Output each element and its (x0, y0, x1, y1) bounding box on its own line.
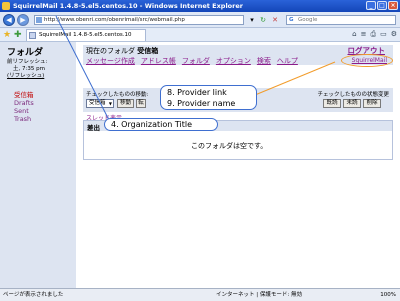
folder-trash[interactable]: Trash (14, 115, 76, 123)
main-panel: 現在のフォルダ 受信箱 ログアウト メッセージ作成 アドレス帳 フォルダ オプシ… (83, 45, 395, 285)
menu-search[interactable]: 検索 (257, 56, 271, 66)
empty-folder-message: このフォルダは空です。 (191, 142, 268, 150)
menu-options[interactable]: オプション (216, 56, 251, 66)
move-folder-select[interactable]: 受信箱 (86, 99, 114, 108)
ie-icon (2, 2, 10, 10)
url-input[interactable]: http://www.obenri.com/obenrimail/src/web… (34, 15, 244, 25)
menu-compose[interactable]: メッセージ作成 (86, 56, 135, 66)
mark-unread-button[interactable]: 未読 (343, 99, 361, 108)
menu-help[interactable]: ヘルプ (277, 56, 298, 66)
zoom-level[interactable]: 100% (380, 289, 396, 301)
webmail-content: フォルダ 前リフレッシュ: 土, 7:35 pm (リフレッシュ) 受信箱 Dr… (0, 42, 400, 288)
tab-bar: ★ ✚ SquirrelMail 1.4.8-5.el5.centos.10 ⌂… (0, 28, 400, 42)
menu-folders[interactable]: フォルダ (182, 56, 210, 66)
tab-favicon-icon (29, 32, 36, 39)
current-folder-name: 受信箱 (137, 47, 159, 55)
folder-list: 受信箱 Drafts Sent Trash (7, 91, 76, 123)
feeds-icon[interactable]: ≡ (361, 30, 367, 39)
move-button[interactable]: 移動 (117, 99, 134, 108)
folder-drafts[interactable]: Drafts (14, 99, 76, 107)
last-refresh-time: 土, 7:35 pm (13, 66, 45, 72)
add-favorite-icon[interactable]: ✚ (14, 29, 22, 41)
close-button[interactable]: × (388, 1, 398, 10)
print-icon[interactable]: ⎙ (370, 30, 376, 39)
address-bar: ◀ ▶ http://www.obenri.com/obenrimail/src… (0, 12, 400, 28)
window-title: SquirrelMail 1.4.8-5.el5.centos.10 - Win… (13, 2, 243, 10)
search-input[interactable]: G Google (286, 15, 396, 25)
window-title-bar: SquirrelMail 1.4.8-5.el5.centos.10 - Win… (0, 0, 400, 12)
forward-icon[interactable]: ▶ (17, 14, 29, 26)
callout-provider-link: 8. Provider link (167, 88, 227, 97)
folder-sent[interactable]: Sent (14, 107, 76, 115)
favorites-star-icon[interactable]: ★ (3, 29, 11, 41)
callout-provider-name: 9. Provider name (167, 99, 236, 108)
provider-link[interactable]: SquirrelMail (352, 57, 387, 64)
status-text: ページが表示されました (3, 292, 64, 298)
callout-provider: 8. Provider link 9. Provider name (160, 85, 257, 110)
dropdown-icon[interactable]: ▾ (247, 15, 257, 25)
google-icon: G (289, 17, 294, 23)
status-bar: ページが表示されました インターネット | 保護モード: 無効 100% (0, 288, 400, 301)
command-bar: ⌂ ≡ ⎙ ▭ ⚙ (352, 30, 397, 39)
url-text: http://www.obenri.com/obenrimail/src/web… (44, 17, 185, 23)
menu-addresses[interactable]: アドレス帳 (141, 56, 176, 66)
main-menu: メッセージ作成 アドレス帳 フォルダ オプション 検索 ヘルプ (86, 56, 298, 66)
folder-inbox[interactable]: 受信箱 (14, 91, 76, 99)
top-bar: 現在のフォルダ 受信箱 ログアウト メッセージ作成 アドレス帳 フォルダ オプシ… (83, 45, 393, 67)
page-menu-icon[interactable]: ▭ (380, 30, 387, 39)
state-change-label: チェックしたものの状態変更 (317, 92, 389, 98)
from-column-header[interactable]: 差出 (87, 122, 100, 132)
folder-heading: フォルダ (7, 48, 44, 58)
tab-title: SquirrelMail 1.4.8-5.el5.centos.10 (39, 32, 132, 38)
current-folder-label: 現在のフォルダ (86, 47, 135, 55)
back-icon[interactable]: ◀ (3, 14, 15, 26)
page-icon (36, 17, 42, 23)
stop-icon[interactable]: ✕ (270, 15, 280, 25)
maximize-button[interactable]: □ (377, 1, 387, 10)
refresh-icon[interactable]: ↻ (258, 15, 268, 25)
callout-organization-title: 4. Organization Title (104, 118, 218, 131)
browser-tab[interactable]: SquirrelMail 1.4.8-5.el5.centos.10 (26, 29, 146, 41)
mark-read-button[interactable]: 既読 (323, 99, 341, 108)
move-label: チェックしたものの移動: (86, 92, 149, 98)
last-refresh-label: 前リフレッシュ: (7, 59, 48, 65)
delete-button[interactable]: 削除 (363, 99, 381, 108)
refresh-link[interactable]: (リフレッシュ) (7, 73, 76, 80)
home-icon[interactable]: ⌂ (352, 30, 356, 39)
forward-button[interactable]: 転 (136, 99, 146, 108)
security-zone: インターネット | 保護モード: 無効 (216, 292, 302, 298)
minimize-button[interactable]: _ (366, 1, 376, 10)
current-folder: 現在のフォルダ 受信箱 (86, 46, 158, 56)
window-controls: _ □ × (366, 1, 398, 10)
tools-menu-icon[interactable]: ⚙ (391, 30, 397, 39)
search-placeholder: Google (298, 17, 318, 23)
folder-sidebar: フォルダ 前リフレッシュ: 土, 7:35 pm (リフレッシュ) 受信箱 Dr… (0, 42, 76, 288)
